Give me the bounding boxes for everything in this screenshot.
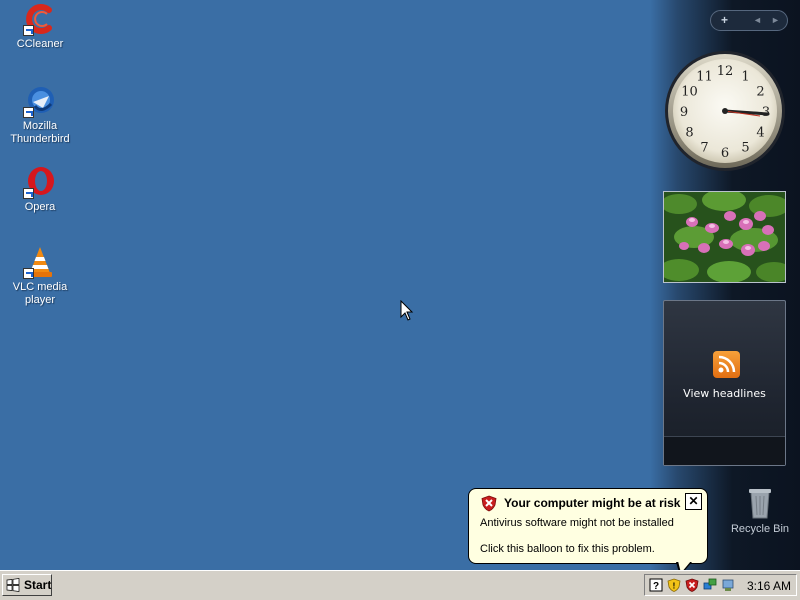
security-alert-shield-icon[interactable] — [685, 578, 699, 592]
feed-footer — [664, 436, 785, 465]
desktop-icon-label: VLC media player — [12, 281, 68, 306]
desktop-icon-thunderbird[interactable]: Mozilla Thunderbird — [0, 84, 80, 146]
clock-numeral: 2 — [756, 85, 764, 100]
desktop-icon-vlc[interactable]: VLC media player — [0, 245, 80, 307]
lotus-photo — [664, 192, 785, 282]
desktop-icon-label: Mozilla Thunderbird — [10, 120, 70, 145]
start-button[interactable]: Start — [2, 574, 52, 596]
taskbar: Start ? ! 3:16 AM — [0, 570, 800, 600]
feed-headlines-gadget[interactable]: View headlines — [663, 300, 786, 466]
desktop-icon-label: CCleaner — [16, 38, 64, 50]
security-notification-balloon[interactable]: Your computer might be at risk ✕ Antivir… — [468, 488, 708, 564]
svg-text:!: ! — [673, 582, 676, 591]
shortcut-arrow-icon — [23, 188, 34, 199]
system-clock[interactable]: 3:16 AM — [747, 579, 791, 593]
clock-numeral: 12 — [717, 64, 734, 79]
shortcut-arrow-icon — [23, 268, 34, 279]
add-gadget-button[interactable]: + — [721, 13, 728, 27]
recycle-bin-icon — [743, 486, 777, 520]
thunderbird-icon — [23, 84, 57, 118]
shortcut-arrow-icon — [23, 25, 34, 36]
network-icon[interactable] — [703, 578, 717, 592]
clock-numeral: 5 — [741, 141, 749, 156]
view-headlines-label[interactable]: View headlines — [664, 387, 785, 400]
clock-numeral: 11 — [696, 70, 713, 85]
desktop-icon-recycle-bin[interactable]: Recycle Bin — [722, 486, 798, 535]
help-icon[interactable]: ? — [649, 578, 663, 592]
clock-gadget[interactable]: 121234567891011 — [664, 48, 786, 174]
start-label: Start — [24, 578, 52, 592]
system-tray: ? ! 3:16 AM — [644, 574, 797, 596]
previous-arrow-icon[interactable]: ◄ — [753, 15, 762, 25]
balloon-message: Antivirus software might not be installe… — [480, 517, 674, 529]
clock-numeral: 1 — [741, 70, 749, 85]
desktop-icon-label: Opera — [24, 201, 56, 213]
svg-text:?: ? — [653, 581, 659, 592]
opera-icon — [23, 165, 57, 199]
balloon-close-button[interactable]: ✕ — [685, 493, 702, 510]
security-warning-shield-icon[interactable]: ! — [667, 578, 681, 592]
vlc-cone-icon — [23, 245, 57, 279]
next-arrow-icon[interactable]: ► — [771, 15, 780, 25]
rss-feed-icon — [713, 351, 740, 378]
clock-numeral: 9 — [680, 105, 688, 120]
balloon-action-text[interactable]: Click this balloon to fix this problem. — [480, 543, 655, 555]
clock-numeral: 10 — [681, 85, 698, 100]
mouse-cursor-icon — [400, 299, 414, 327]
desktop-icon-ccleaner[interactable]: CCleaner — [0, 2, 80, 51]
sidebar-controls: + ◄ ► — [710, 10, 788, 31]
clock-numeral: 7 — [700, 141, 708, 156]
shortcut-arrow-icon — [23, 107, 34, 118]
windows-logo-icon — [6, 578, 20, 592]
devices-icon[interactable] — [721, 578, 735, 592]
security-shield-icon — [481, 495, 497, 512]
desktop-icon-label: Recycle Bin — [730, 523, 790, 535]
clock-numeral: 8 — [685, 126, 693, 141]
clock-numeral: 6 — [721, 146, 729, 161]
balloon-title: Your computer might be at risk — [504, 496, 681, 510]
desktop-icon-opera[interactable]: Opera — [0, 165, 80, 214]
clock-numeral: 4 — [756, 126, 764, 141]
ccleaner-icon — [23, 2, 57, 36]
slideshow-gadget[interactable] — [663, 191, 786, 283]
